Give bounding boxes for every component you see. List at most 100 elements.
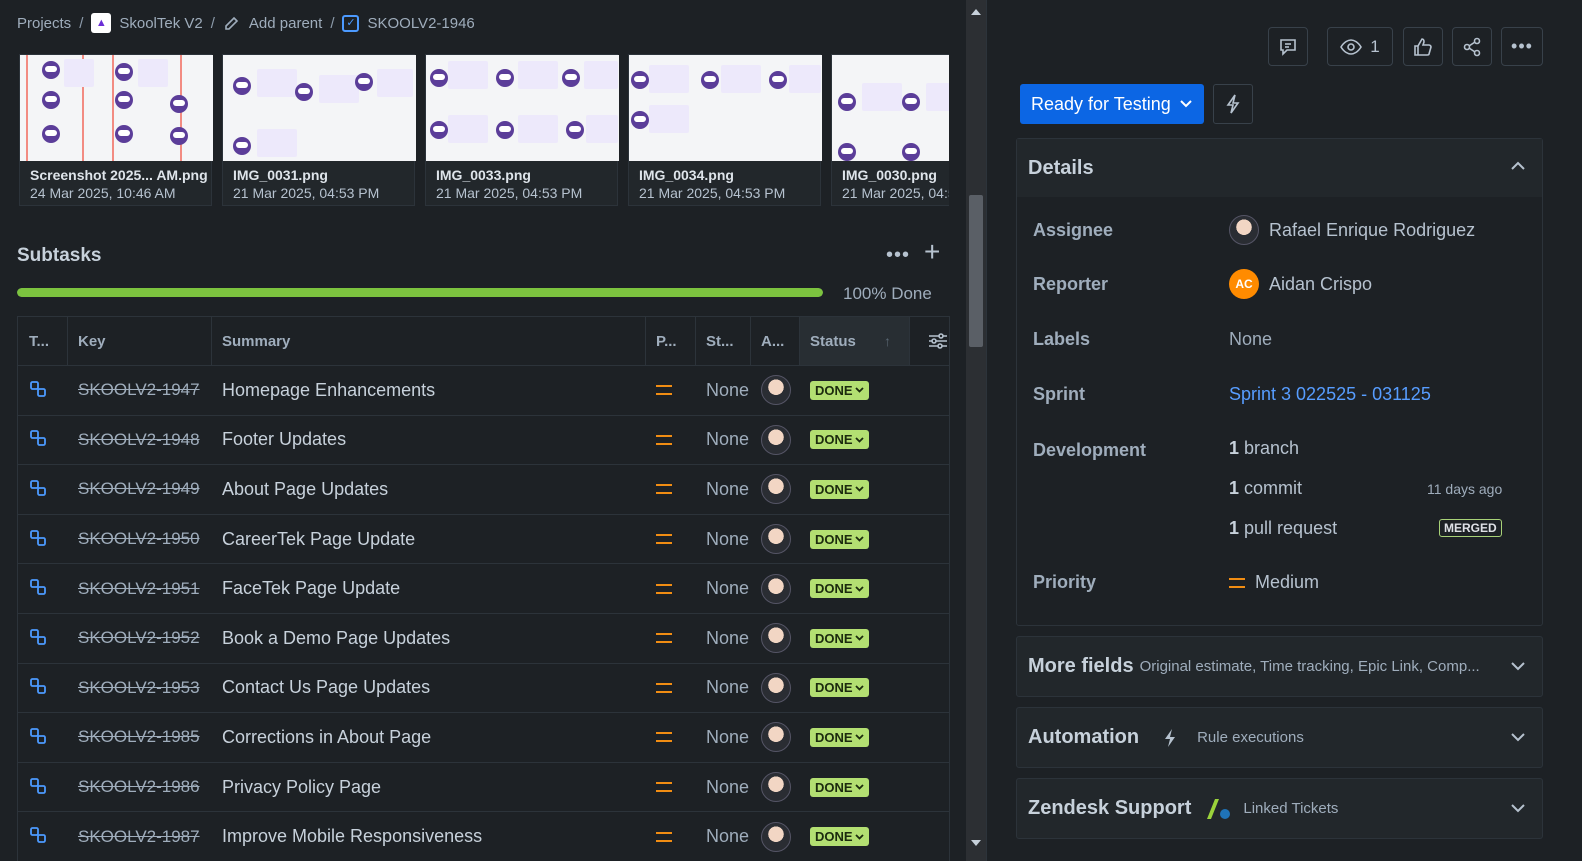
issue-key-link[interactable]: SKOOLV2-1949 [68, 479, 212, 499]
table-row[interactable]: SKOOLV2-1948 Footer Updates None DONE [18, 416, 949, 466]
issue-key-link[interactable]: SKOOLV2-1950 [68, 529, 212, 549]
table-row[interactable]: SKOOLV2-1950 CareerTek Page Update None … [18, 515, 949, 565]
attachment-card[interactable]: IMG_0034.png 21 Mar 2025, 04:53 PM [628, 54, 822, 206]
status-dropdown[interactable]: DONE [810, 628, 869, 648]
pull-request-link[interactable]: 1 pull request [1229, 518, 1337, 539]
issue-summary-link[interactable]: CareerTek Page Update [212, 529, 646, 550]
column-header-story-points[interactable]: St... [696, 317, 751, 365]
status-cell: DONE [800, 727, 910, 747]
issue-summary-link[interactable]: Footer Updates [212, 429, 646, 450]
assignee-cell[interactable] [751, 375, 800, 406]
sprint-link[interactable]: Sprint 3 022525 - 031125 [1229, 384, 1431, 405]
chevron-up-icon[interactable] [1511, 161, 1525, 170]
priority-field[interactable]: Medium [1229, 572, 1319, 593]
table-row[interactable]: SKOOLV2-1987 Improve Mobile Responsivene… [18, 812, 949, 861]
issue-key-link[interactable]: SKOOLV2-1953 [68, 678, 212, 698]
status-dropdown[interactable]: DONE [810, 380, 869, 400]
breadcrumb-issue[interactable]: ✓ SKOOLV2-1946 [342, 14, 475, 32]
assignee-cell[interactable] [751, 474, 800, 505]
assignee-cell[interactable] [751, 524, 800, 555]
status-dropdown[interactable]: DONE [810, 727, 869, 747]
issue-key-link[interactable]: SKOOLV2-1948 [68, 430, 212, 450]
column-header-assignee[interactable]: A... [751, 317, 800, 365]
table-row[interactable]: SKOOLV2-1986 Privacy Policy Page None DO… [18, 763, 949, 813]
issue-key-link[interactable]: SKOOLV2-1947 [68, 380, 212, 400]
reporter-field[interactable]: AC Aidan Crispo [1229, 269, 1372, 299]
automation-panel[interactable]: Automation Rule executions [1016, 707, 1543, 768]
issue-summary-link[interactable]: Contact Us Page Updates [212, 677, 646, 698]
labels-value[interactable]: None [1229, 329, 1272, 350]
column-config-button[interactable] [910, 317, 949, 365]
issue-key-link[interactable]: SKOOLV2-1951 [68, 579, 212, 599]
issue-key-link[interactable]: SKOOLV2-1986 [68, 777, 212, 797]
share-button[interactable] [1452, 27, 1492, 66]
scroll-down-arrow[interactable] [971, 840, 981, 846]
sort-arrow-up-icon[interactable]: ↑ [884, 333, 891, 349]
table-row[interactable]: SKOOLV2-1985 Corrections in About Page N… [18, 713, 949, 763]
attachment-card[interactable]: IMG_0030.png 21 Mar 2025, 04:53 PM [831, 54, 949, 206]
scroll-up-arrow[interactable] [971, 9, 981, 15]
assignee-cell[interactable] [751, 821, 800, 852]
branch-link[interactable]: 1 branch [1229, 438, 1299, 459]
commit-link[interactable]: 1 commit [1229, 478, 1302, 499]
issue-summary-link[interactable]: Corrections in About Page [212, 727, 646, 748]
table-row[interactable]: SKOOLV2-1951 FaceTek Page Update None DO… [18, 564, 949, 614]
details-header[interactable]: Details [1017, 139, 1542, 197]
assignee-cell[interactable] [751, 573, 800, 604]
add-subtask-button[interactable]: + [924, 238, 940, 266]
assignee-cell[interactable] [751, 424, 800, 455]
issue-summary-link[interactable]: Privacy Policy Page [212, 777, 646, 798]
column-header-priority[interactable]: P... [646, 317, 696, 365]
avatar [761, 623, 791, 654]
more-actions-button[interactable]: ••• [1501, 27, 1543, 66]
more-fields-panel[interactable]: More fields Original estimate, Time trac… [1016, 636, 1543, 697]
table-row[interactable]: SKOOLV2-1953 Contact Us Page Updates Non… [18, 664, 949, 714]
status-dropdown[interactable]: DONE [810, 678, 869, 698]
assignee-cell[interactable] [751, 672, 800, 703]
column-header-type[interactable]: T... [18, 317, 68, 365]
attachment-card[interactable]: IMG_0031.png 21 Mar 2025, 04:53 PM [222, 54, 416, 206]
column-header-summary[interactable]: Summary [212, 317, 646, 365]
assignee-cell[interactable] [751, 623, 800, 654]
status-dropdown[interactable]: DONE [810, 777, 869, 797]
issue-summary-link[interactable]: FaceTek Page Update [212, 578, 646, 599]
eye-icon [1340, 38, 1363, 55]
issue-summary-link[interactable]: About Page Updates [212, 479, 646, 500]
issue-key-link[interactable]: SKOOLV2-1987 [68, 827, 212, 847]
vertical-scrollbar[interactable] [966, 0, 986, 861]
assignee-cell[interactable] [751, 772, 800, 803]
subtask-icon [30, 728, 46, 744]
column-header-key[interactable]: Key [68, 317, 212, 365]
actions-button[interactable] [1213, 84, 1253, 124]
watch-button[interactable]: 1 [1327, 27, 1393, 66]
attachment-card[interactable]: IMG_0033.png 21 Mar 2025, 04:53 PM [425, 54, 619, 206]
status-dropdown[interactable]: DONE [810, 479, 869, 499]
status-dropdown[interactable]: DONE [810, 827, 869, 847]
issue-summary-link[interactable]: Book a Demo Page Updates [212, 628, 646, 649]
avatar [761, 573, 791, 604]
status-badge-label: DONE [815, 432, 853, 448]
issue-summary-link[interactable]: Homepage Enhancements [212, 380, 646, 401]
assignee-field[interactable]: Rafael Enrique Rodriguez [1229, 215, 1475, 245]
status-dropdown[interactable]: DONE [810, 579, 869, 599]
issue-key-link[interactable]: SKOOLV2-1952 [68, 628, 212, 648]
add-parent-button[interactable]: Add parent [223, 14, 322, 32]
status-dropdown-button[interactable]: Ready for Testing [1020, 84, 1204, 124]
zendesk-panel[interactable]: Zendesk Support Linked Tickets [1016, 778, 1543, 839]
vote-button[interactable] [1403, 27, 1443, 66]
table-row[interactable]: SKOOLV2-1947 Homepage Enhancements None … [18, 366, 949, 416]
issue-summary-link[interactable]: Improve Mobile Responsiveness [212, 826, 646, 847]
column-header-status[interactable]: Status ↑ [800, 317, 910, 365]
table-row[interactable]: SKOOLV2-1952 Book a Demo Page Updates No… [18, 614, 949, 664]
subtasks-more-button[interactable]: ••• [886, 244, 910, 267]
scrollbar-thumb[interactable] [969, 195, 983, 347]
issue-key-link[interactable]: SKOOLV2-1985 [68, 727, 212, 747]
attachment-card[interactable]: Screenshot 2025... AM.png 24 Mar 2025, 1… [19, 54, 213, 206]
status-dropdown[interactable]: DONE [810, 430, 869, 450]
assignee-cell[interactable] [751, 722, 800, 753]
status-dropdown[interactable]: DONE [810, 529, 869, 549]
breadcrumb-projects[interactable]: Projects [17, 15, 71, 32]
breadcrumb-project[interactable]: ▲ SkoolTek V2 [91, 13, 203, 33]
feedback-button[interactable] [1268, 27, 1308, 66]
table-row[interactable]: SKOOLV2-1949 About Page Updates None DON… [18, 465, 949, 515]
